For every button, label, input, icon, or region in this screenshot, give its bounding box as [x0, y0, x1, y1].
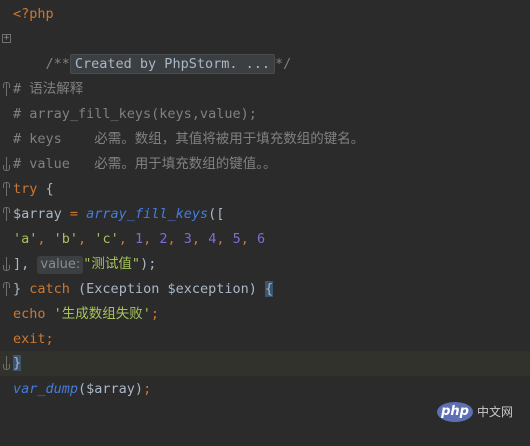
parameter-hint: value: — [37, 256, 84, 274]
open-paren-bracket: ([ — [208, 206, 225, 222]
comment-line: # value 必需。用于填充数组的键值。。 — [13, 156, 277, 172]
code-line: exit; — [0, 327, 530, 352]
code-line: ], value: "测试值"); — [0, 252, 530, 277]
code-line: <?php — [0, 2, 530, 27]
number-literal: 3 — [183, 231, 192, 247]
call-args: ($array) — [78, 381, 144, 397]
collapsed-comment-block[interactable]: Created by PhpStorm. ... — [69, 54, 275, 74]
watermark-text: 中文网 — [477, 405, 514, 419]
comment-line: # 语法解释 — [13, 81, 84, 97]
code-line: # array_fill_keys(keys,value); — [0, 102, 530, 127]
code-line: echo '生成数组失败'; — [0, 302, 530, 327]
string-literal: 'c' — [94, 231, 119, 247]
comment-line: # keys 必需。数组，其值将被用于填充数组的键名。 — [13, 131, 365, 147]
matched-brace-open: { — [265, 281, 274, 297]
close-paren: ); — [140, 256, 157, 272]
variable-array: $array — [13, 206, 62, 222]
semicolon: ; — [150, 306, 160, 322]
doc-comment-close: */ — [274, 56, 292, 72]
number-literal: 1 — [134, 231, 144, 247]
close-bracket: ], — [13, 256, 30, 272]
keyword-try: try — [13, 181, 38, 197]
keyword-catch: catch — [29, 281, 70, 297]
code-line: 'a', 'b', 'c', 1, 2, 3, 4, 5, 6 — [13, 231, 266, 247]
code-line: $array = array_fill_keys([ — [0, 202, 530, 227]
fold-expand-icon[interactable]: + — [2, 34, 11, 43]
semicolon: ; — [143, 381, 152, 397]
fold-collapse-icon[interactable] — [3, 82, 10, 96]
keyword-echo: echo — [13, 306, 46, 322]
fold-collapse-icon[interactable] — [3, 182, 10, 196]
string-literal: 'a' — [13, 231, 38, 247]
number-literal: 6 — [257, 231, 266, 247]
string-literal: "测试值" — [83, 256, 141, 272]
string-literal: '生成数组失败' — [45, 306, 151, 322]
function-name: var_dump — [13, 381, 79, 397]
php-logo-icon: php — [437, 402, 473, 422]
fold-collapse-icon[interactable] — [3, 282, 10, 296]
matched-brace-close[interactable]: } — [13, 355, 22, 371]
brace-close: } — [13, 281, 22, 297]
number-literal: 5 — [232, 231, 241, 247]
code-line: + /** Created by PhpStorm. ... */ — [0, 27, 530, 74]
code-line: try { — [0, 177, 530, 202]
brace-open: { — [37, 181, 54, 197]
code-line: } catch (Exception $exception) { — [0, 277, 530, 302]
code-line: # 语法解释 — [0, 77, 530, 102]
fold-collapse-icon[interactable] — [3, 207, 10, 221]
semicolon: ; — [45, 331, 54, 347]
doc-comment-open: /** — [45, 56, 70, 72]
code-line: # value 必需。用于填充数组的键值。。 — [0, 152, 530, 177]
code-line: var_dump($array); — [0, 377, 530, 402]
current-code-line: } — [0, 351, 530, 376]
number-literal: 2 — [159, 231, 168, 247]
fold-end-icon[interactable] — [3, 157, 10, 171]
assign-operator: = — [61, 206, 87, 222]
php-open-tag: <?php — [13, 6, 54, 22]
code-line: # keys 必需。数组，其值将被用于填充数组的键名。 — [0, 127, 530, 152]
function-name: array_fill_keys — [86, 206, 209, 222]
fold-end-icon[interactable] — [3, 257, 10, 271]
watermark: php 中文网 — [437, 402, 525, 424]
fold-end-icon[interactable] — [3, 356, 10, 370]
keyword-exit: exit — [13, 331, 46, 347]
comment-line: # array_fill_keys(keys,value); — [13, 106, 257, 122]
catch-params: (Exception $exception) — [69, 281, 265, 297]
string-literal: 'b' — [53, 231, 79, 247]
